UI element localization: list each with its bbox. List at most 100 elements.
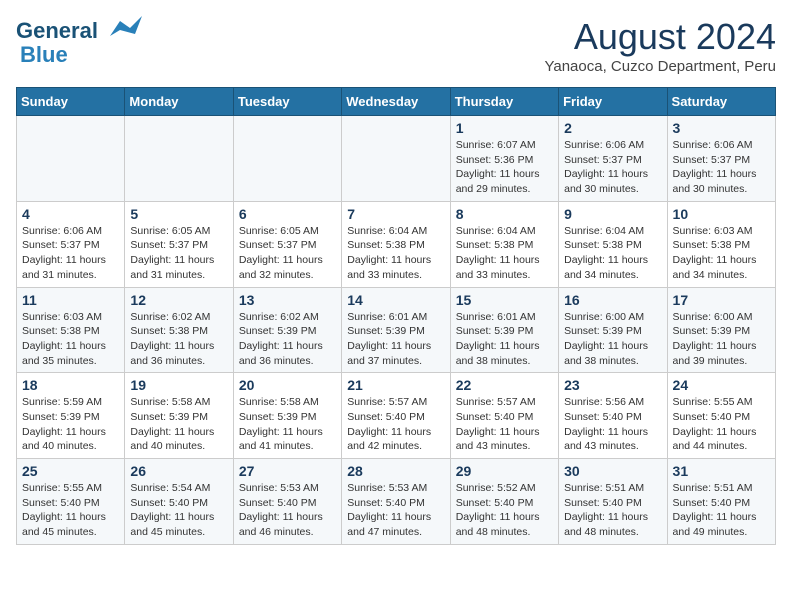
calendar-cell bbox=[233, 116, 341, 202]
day-info: Sunrise: 6:02 AMSunset: 5:38 PMDaylight:… bbox=[130, 310, 227, 369]
logo-bird-icon bbox=[100, 16, 142, 46]
day-info: Sunrise: 6:03 AMSunset: 5:38 PMDaylight:… bbox=[22, 310, 119, 369]
day-number: 11 bbox=[22, 292, 119, 308]
day-info: Sunrise: 6:04 AMSunset: 5:38 PMDaylight:… bbox=[456, 224, 553, 283]
calendar-cell: 5 Sunrise: 6:05 AMSunset: 5:37 PMDaylight… bbox=[125, 201, 233, 287]
calendar-cell: 20Sunrise: 5:58 AMSunset: 5:39 PMDayligh… bbox=[233, 373, 341, 459]
day-info: Sunrise: 5:55 AMSunset: 5:40 PMDaylight:… bbox=[673, 395, 770, 454]
col-header-wednesday: Wednesday bbox=[342, 88, 450, 116]
day-info: Sunrise: 5:51 AMSunset: 5:40 PMDaylight:… bbox=[673, 481, 770, 540]
day-info: Sunrise: 6:04 AMSunset: 5:38 PMDaylight:… bbox=[564, 224, 661, 283]
calendar-cell bbox=[342, 116, 450, 202]
day-info: Sunrise: 6:07 AMSunset: 5:36 PMDaylight:… bbox=[456, 138, 553, 197]
day-info: Sunrise: 5:57 AMSunset: 5:40 PMDaylight:… bbox=[456, 395, 553, 454]
day-info: Sunrise: 5:54 AMSunset: 5:40 PMDaylight:… bbox=[130, 481, 227, 540]
calendar-cell: 2 Sunrise: 6:06 AMSunset: 5:37 PMDaylight… bbox=[559, 116, 667, 202]
calendar-cell: 17Sunrise: 6:00 AMSunset: 5:39 PMDayligh… bbox=[667, 287, 775, 373]
day-number: 14 bbox=[347, 292, 444, 308]
logo: General Blue bbox=[16, 16, 142, 68]
day-number: 1 bbox=[456, 120, 553, 136]
day-number: 5 bbox=[130, 206, 227, 222]
day-number: 26 bbox=[130, 463, 227, 479]
day-number: 16 bbox=[564, 292, 661, 308]
calendar-cell bbox=[17, 116, 125, 202]
day-number: 22 bbox=[456, 377, 553, 393]
calendar-cell: 1 Sunrise: 6:07 AMSunset: 5:36 PMDaylight… bbox=[450, 116, 558, 202]
day-number: 28 bbox=[347, 463, 444, 479]
day-number: 2 bbox=[564, 120, 661, 136]
calendar-cell: 19Sunrise: 5:58 AMSunset: 5:39 PMDayligh… bbox=[125, 373, 233, 459]
calendar-header-row: SundayMondayTuesdayWednesdayThursdayFrid… bbox=[17, 88, 776, 116]
day-info: Sunrise: 5:59 AMSunset: 5:39 PMDaylight:… bbox=[22, 395, 119, 454]
calendar-week-row: 11 Sunrise: 6:03 AMSunset: 5:38 PMDayligh… bbox=[17, 287, 776, 373]
calendar-cell: 13Sunrise: 6:02 AMSunset: 5:39 PMDayligh… bbox=[233, 287, 341, 373]
day-number: 24 bbox=[673, 377, 770, 393]
day-info: Sunrise: 5:58 AMSunset: 5:39 PMDaylight:… bbox=[239, 395, 336, 454]
calendar-cell: 18 Sunrise: 5:59 AMSunset: 5:39 PMDayligh… bbox=[17, 373, 125, 459]
calendar-week-row: 25 Sunrise: 5:55 AMSunset: 5:40 PMDayligh… bbox=[17, 459, 776, 545]
calendar-cell: 12 Sunrise: 6:02 AMSunset: 5:38 PMDayligh… bbox=[125, 287, 233, 373]
title-area: August 2024 Yanaoca, Cuzco Department, P… bbox=[544, 16, 776, 75]
logo-blue: Blue bbox=[20, 42, 68, 68]
col-header-thursday: Thursday bbox=[450, 88, 558, 116]
day-number: 15 bbox=[456, 292, 553, 308]
calendar-cell: 23 Sunrise: 5:56 AMSunset: 5:40 PMDayligh… bbox=[559, 373, 667, 459]
calendar-cell: 16 Sunrise: 6:00 AMSunset: 5:39 PMDayligh… bbox=[559, 287, 667, 373]
day-number: 30 bbox=[564, 463, 661, 479]
calendar-cell: 28 Sunrise: 5:53 AMSunset: 5:40 PMDayligh… bbox=[342, 459, 450, 545]
calendar-cell: 7 Sunrise: 6:04 AMSunset: 5:38 PMDaylight… bbox=[342, 201, 450, 287]
day-number: 12 bbox=[130, 292, 227, 308]
day-number: 4 bbox=[22, 206, 119, 222]
day-number: 27 bbox=[239, 463, 336, 479]
day-info: Sunrise: 6:06 AMSunset: 5:37 PMDaylight:… bbox=[673, 138, 770, 197]
day-info: Sunrise: 6:05 AMSunset: 5:37 PMDaylight:… bbox=[130, 224, 227, 283]
calendar-week-row: 4Sunrise: 6:06 AMSunset: 5:37 PMDaylight… bbox=[17, 201, 776, 287]
calendar-cell: 27 Sunrise: 5:53 AMSunset: 5:40 PMDayligh… bbox=[233, 459, 341, 545]
calendar-cell: 31Sunrise: 5:51 AMSunset: 5:40 PMDayligh… bbox=[667, 459, 775, 545]
col-header-sunday: Sunday bbox=[17, 88, 125, 116]
logo-general: General bbox=[16, 18, 98, 44]
day-number: 29 bbox=[456, 463, 553, 479]
day-info: Sunrise: 5:53 AMSunset: 5:40 PMDaylight:… bbox=[347, 481, 444, 540]
day-info: Sunrise: 5:58 AMSunset: 5:39 PMDaylight:… bbox=[130, 395, 227, 454]
calendar-week-row: 1 Sunrise: 6:07 AMSunset: 5:36 PMDaylight… bbox=[17, 116, 776, 202]
day-info: Sunrise: 6:04 AMSunset: 5:38 PMDaylight:… bbox=[347, 224, 444, 283]
day-info: Sunrise: 6:05 AMSunset: 5:37 PMDaylight:… bbox=[239, 224, 336, 283]
day-info: Sunrise: 5:55 AMSunset: 5:40 PMDaylight:… bbox=[22, 481, 119, 540]
calendar-cell: 24 Sunrise: 5:55 AMSunset: 5:40 PMDayligh… bbox=[667, 373, 775, 459]
day-number: 7 bbox=[347, 206, 444, 222]
day-info: Sunrise: 6:03 AMSunset: 5:38 PMDaylight:… bbox=[673, 224, 770, 283]
day-info: Sunrise: 6:01 AMSunset: 5:39 PMDaylight:… bbox=[456, 310, 553, 369]
calendar-cell: 6 Sunrise: 6:05 AMSunset: 5:37 PMDaylight… bbox=[233, 201, 341, 287]
day-number: 18 bbox=[22, 377, 119, 393]
calendar-cell: 3 Sunrise: 6:06 AMSunset: 5:37 PMDaylight… bbox=[667, 116, 775, 202]
day-number: 3 bbox=[673, 120, 770, 136]
day-number: 21 bbox=[347, 377, 444, 393]
day-info: Sunrise: 5:56 AMSunset: 5:40 PMDaylight:… bbox=[564, 395, 661, 454]
calendar-cell: 4Sunrise: 6:06 AMSunset: 5:37 PMDaylight… bbox=[17, 201, 125, 287]
day-info: Sunrise: 5:52 AMSunset: 5:40 PMDaylight:… bbox=[456, 481, 553, 540]
calendar-cell: 25 Sunrise: 5:55 AMSunset: 5:40 PMDayligh… bbox=[17, 459, 125, 545]
col-header-friday: Friday bbox=[559, 88, 667, 116]
day-info: Sunrise: 6:00 AMSunset: 5:39 PMDaylight:… bbox=[564, 310, 661, 369]
calendar-cell: 22 Sunrise: 5:57 AMSunset: 5:40 PMDayligh… bbox=[450, 373, 558, 459]
calendar-cell: 8 Sunrise: 6:04 AMSunset: 5:38 PMDaylight… bbox=[450, 201, 558, 287]
day-info: Sunrise: 6:02 AMSunset: 5:39 PMDaylight:… bbox=[239, 310, 336, 369]
col-header-saturday: Saturday bbox=[667, 88, 775, 116]
calendar-cell: 11 Sunrise: 6:03 AMSunset: 5:38 PMDayligh… bbox=[17, 287, 125, 373]
day-number: 6 bbox=[239, 206, 336, 222]
month-year-title: August 2024 bbox=[544, 16, 776, 58]
day-info: Sunrise: 5:53 AMSunset: 5:40 PMDaylight:… bbox=[239, 481, 336, 540]
col-header-tuesday: Tuesday bbox=[233, 88, 341, 116]
day-info: Sunrise: 5:57 AMSunset: 5:40 PMDaylight:… bbox=[347, 395, 444, 454]
calendar-table: SundayMondayTuesdayWednesdayThursdayFrid… bbox=[16, 87, 776, 545]
day-info: Sunrise: 6:01 AMSunset: 5:39 PMDaylight:… bbox=[347, 310, 444, 369]
day-number: 25 bbox=[22, 463, 119, 479]
day-number: 17 bbox=[673, 292, 770, 308]
day-number: 10 bbox=[673, 206, 770, 222]
calendar-week-row: 18 Sunrise: 5:59 AMSunset: 5:39 PMDayligh… bbox=[17, 373, 776, 459]
day-number: 23 bbox=[564, 377, 661, 393]
calendar-cell: 15 Sunrise: 6:01 AMSunset: 5:39 PMDayligh… bbox=[450, 287, 558, 373]
day-number: 8 bbox=[456, 206, 553, 222]
day-info: Sunrise: 6:06 AMSunset: 5:37 PMDaylight:… bbox=[564, 138, 661, 197]
